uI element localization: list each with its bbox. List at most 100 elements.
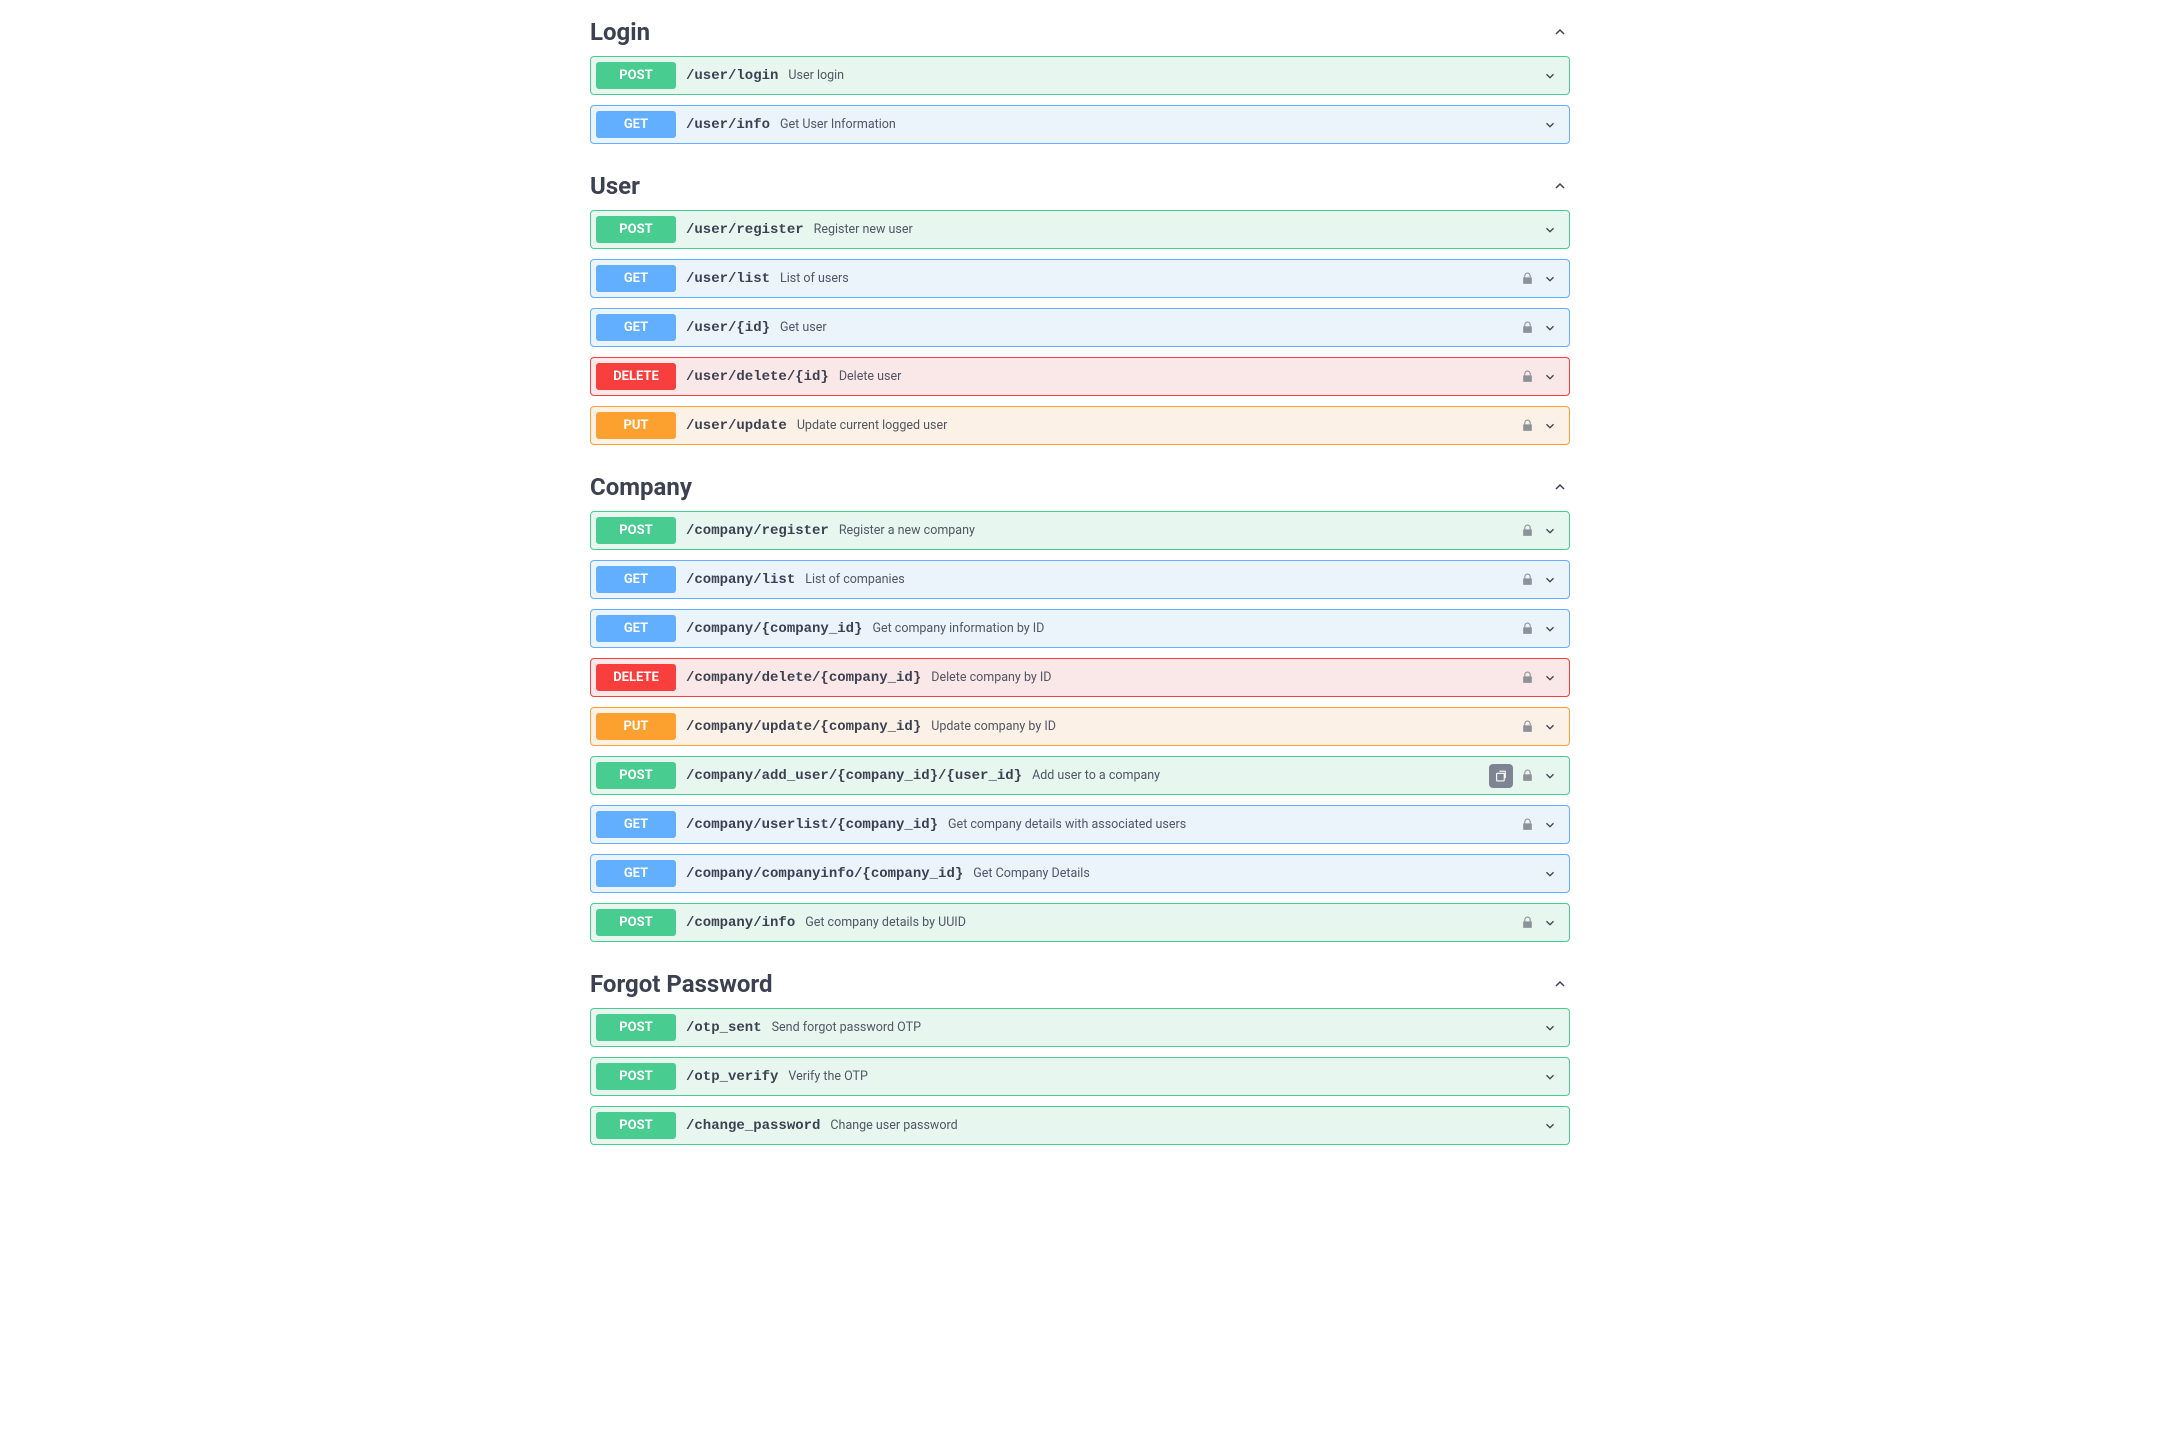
operation-controls (1519, 669, 1559, 687)
http-method-badge: DELETE (596, 363, 676, 390)
section-toggle[interactable]: Login (590, 0, 1570, 56)
lock-icon[interactable] (1519, 719, 1535, 735)
section-toggle[interactable]: Forgot Password (590, 952, 1570, 1008)
chevron-down-icon (1541, 914, 1559, 932)
api-operation[interactable]: POST/change_passwordChange user password (590, 1106, 1570, 1145)
api-summary: Get company details by UUID (805, 915, 1519, 930)
chevron-down-icon (1541, 767, 1559, 785)
chevron-down-icon (1541, 571, 1559, 589)
chevron-down-icon (1541, 865, 1559, 883)
operation-controls (1519, 914, 1559, 932)
api-path: /otp_sent (686, 1020, 762, 1036)
api-operation[interactable]: GET/company/companyinfo/{company_id}Get … (590, 854, 1570, 893)
operation-controls (1541, 221, 1559, 239)
http-method-badge: GET (596, 615, 676, 642)
chevron-down-icon (1541, 67, 1559, 85)
section-title: User (590, 172, 640, 200)
lock-icon[interactable] (1519, 768, 1535, 784)
api-section: Login POST/user/loginUser login GET/user/i… (590, 0, 1570, 144)
operation-controls (1541, 1019, 1559, 1037)
lock-icon[interactable] (1519, 523, 1535, 539)
chevron-down-icon (1541, 522, 1559, 540)
api-summary: Update current logged user (797, 418, 1519, 433)
api-path: /otp_verify (686, 1069, 778, 1085)
api-path: /company/companyinfo/{company_id} (686, 866, 963, 882)
chevron-up-icon (1550, 477, 1570, 497)
http-method-badge: GET (596, 111, 676, 138)
api-path: /company/list (686, 572, 795, 588)
api-operation[interactable]: POST/user/loginUser login (590, 56, 1570, 95)
api-operation[interactable]: POST/company/add_user/{company_id}/{user… (590, 756, 1570, 795)
chevron-down-icon (1541, 368, 1559, 386)
operation-controls (1541, 1117, 1559, 1135)
lock-icon[interactable] (1519, 621, 1535, 637)
api-path: /company/add_user/{company_id}/{user_id} (686, 768, 1022, 784)
operation-controls (1541, 67, 1559, 85)
lock-icon[interactable] (1519, 572, 1535, 588)
api-operation[interactable]: POST/otp_verifyVerify the OTP (590, 1057, 1570, 1096)
lock-icon[interactable] (1519, 320, 1535, 336)
section-toggle[interactable]: User (590, 154, 1570, 210)
lock-icon[interactable] (1519, 817, 1535, 833)
operation-controls (1519, 571, 1559, 589)
chevron-down-icon (1541, 1019, 1559, 1037)
api-operation[interactable]: PUT/user/updateUpdate current logged use… (590, 406, 1570, 445)
api-summary: List of users (780, 271, 1519, 286)
operation-controls (1519, 718, 1559, 736)
chevron-down-icon (1541, 669, 1559, 687)
lock-icon[interactable] (1519, 369, 1535, 385)
api-section: UserPOST/user/registerRegister new userG… (590, 154, 1570, 445)
http-method-badge: POST (596, 909, 676, 936)
api-operation[interactable]: PUT/company/update/{company_id}Update co… (590, 707, 1570, 746)
api-path: /user/update (686, 418, 787, 434)
api-operation[interactable]: POST/company/registerRegister a new comp… (590, 511, 1570, 550)
api-summary: Get company details with associated user… (948, 817, 1519, 832)
api-path: /company/{company_id} (686, 621, 862, 637)
http-method-badge: PUT (596, 713, 676, 740)
api-summary: Get company information by ID (872, 621, 1519, 636)
http-method-badge: POST (596, 762, 676, 789)
api-operation[interactable]: GET/company/userlist/{company_id}Get com… (590, 805, 1570, 844)
api-operation[interactable]: GET/company/{company_id} Get company info… (590, 609, 1570, 648)
api-path: /change_password (686, 1118, 820, 1134)
api-operation[interactable]: GET/user/infoGet User Information (590, 105, 1570, 144)
page-scroll[interactable]: Login POST/user/loginUser login GET/user/i… (0, 0, 2160, 1440)
lock-icon[interactable] (1519, 271, 1535, 287)
api-operation[interactable]: GET/company/listList of companies (590, 560, 1570, 599)
http-method-badge: POST (596, 517, 676, 544)
chevron-down-icon (1541, 221, 1559, 239)
http-method-badge: POST (596, 1014, 676, 1041)
api-operation[interactable]: DELETE/user/delete/{id}Delete user (590, 357, 1570, 396)
api-summary: Register new user (814, 222, 1541, 237)
api-path: /user/info (686, 117, 770, 133)
section-title: Forgot Password (590, 970, 772, 998)
operation-controls (1541, 865, 1559, 883)
lock-icon[interactable] (1519, 418, 1535, 434)
api-operation[interactable]: POST/otp_sent Send forgot password OTP (590, 1008, 1570, 1047)
api-path: /user/register (686, 222, 804, 238)
api-summary: Send forgot password OTP (772, 1020, 1541, 1035)
section-toggle[interactable]: Company (590, 455, 1570, 511)
lock-icon[interactable] (1519, 670, 1535, 686)
operation-controls (1541, 1068, 1559, 1086)
chevron-down-icon (1541, 816, 1559, 834)
api-operation[interactable]: DELETE/company/delete/{company_id}Delete… (590, 658, 1570, 697)
api-operation[interactable]: POST/company/infoGet company details by … (590, 903, 1570, 942)
api-path: /user/{id} (686, 320, 770, 336)
api-operation[interactable]: POST/user/registerRegister new user (590, 210, 1570, 249)
chevron-up-icon (1550, 974, 1570, 994)
api-section: Forgot Password POST/otp_sent Send forgot … (590, 952, 1570, 1145)
operation-controls (1519, 319, 1559, 337)
api-operation[interactable]: GET/user/{id}Get user (590, 308, 1570, 347)
api-summary: List of companies (805, 572, 1519, 587)
chevron-down-icon (1541, 1117, 1559, 1135)
api-path: /company/update/{company_id} (686, 719, 921, 735)
api-summary: Delete user (839, 369, 1519, 384)
section-title: Login (590, 18, 650, 46)
copy-icon[interactable] (1489, 764, 1513, 788)
api-path: /company/register (686, 523, 829, 539)
http-method-badge: POST (596, 62, 676, 89)
operation-controls (1519, 417, 1559, 435)
api-operation[interactable]: GET/user/listList of users (590, 259, 1570, 298)
lock-icon[interactable] (1519, 915, 1535, 931)
